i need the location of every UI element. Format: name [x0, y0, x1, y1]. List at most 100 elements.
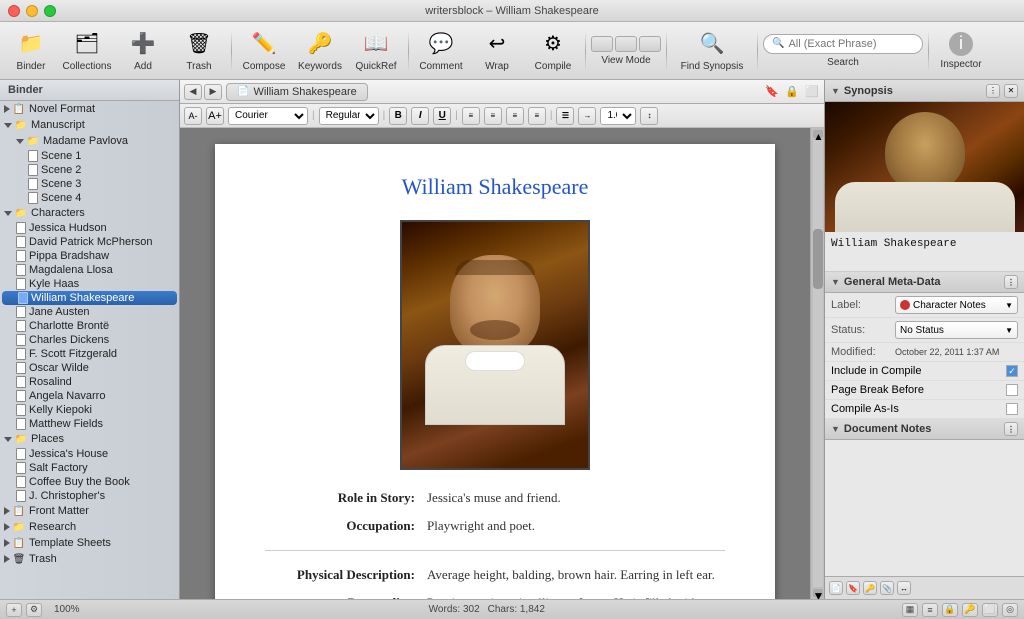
sidebar-item-f-scott-fitzgerald[interactable]: F. Scott Fitzgerald — [0, 347, 179, 361]
vertical-scrollbar[interactable]: ▲ ▼ — [810, 128, 824, 599]
scroll-track[interactable] — [813, 140, 823, 587]
toolbar-trash[interactable]: 🗑 Trash — [172, 26, 226, 76]
toolbar-compose[interactable]: ✏️ Compose — [237, 26, 291, 76]
synopsis-options-button[interactable]: ⋮ — [986, 84, 1000, 98]
include-compile-checkbox[interactable]: ✓ — [1006, 365, 1018, 377]
sidebar-item-front-matter[interactable]: 📋 Front Matter — [0, 503, 179, 519]
synopsis-collapse-icon[interactable]: ▼ — [831, 86, 840, 96]
align-left-button[interactable]: ≡ — [462, 107, 480, 125]
align-right-button[interactable]: ≡ — [506, 107, 524, 125]
view-icon-2[interactable]: ≡ — [922, 603, 938, 617]
toolbar-findsynopsis[interactable]: 🔍 Find Synopsis — [672, 26, 752, 76]
sidebar-item-jessica-hudson[interactable]: Jessica Hudson — [0, 221, 179, 235]
italic-button[interactable]: I — [411, 107, 429, 125]
bold-button[interactable]: B — [389, 107, 407, 125]
meta-status-select[interactable]: No Status ▼ — [895, 321, 1018, 339]
footer-icon-5[interactable]: ↔ — [897, 581, 911, 595]
sidebar-item-madame-pavlova[interactable]: 📁 Madame Pavlova — [0, 133, 179, 149]
font-size-down-button[interactable]: A- — [184, 107, 202, 125]
sidebar-item-template-sheets[interactable]: 📋 Template Sheets — [0, 535, 179, 551]
sidebar-item-jessicas-house[interactable]: Jessica's House — [0, 447, 179, 461]
expand-icon[interactable]: ⬜ — [804, 84, 820, 100]
sidebar-item-charles-dickens[interactable]: Charles Dickens — [0, 333, 179, 347]
notes-collapse-icon[interactable]: ▼ — [831, 424, 840, 434]
meta-collapse-icon[interactable]: ▼ — [831, 277, 840, 287]
sidebar-item-david-mcpherson[interactable]: David Patrick McPherson — [0, 235, 179, 249]
close-button[interactable] — [8, 5, 20, 17]
sidebar-item-kyle-haas[interactable]: Kyle Haas — [0, 277, 179, 291]
nav-forward-button[interactable]: ▶ — [204, 84, 222, 100]
toolbar-wrap[interactable]: ↩ Wrap — [470, 26, 524, 76]
settings-button[interactable]: ⚙ — [26, 603, 42, 617]
meta-label-select[interactable]: Character Notes ▼ — [895, 296, 1018, 314]
sidebar-item-matthew-fields[interactable]: Matthew Fields — [0, 417, 179, 431]
toolbar-compile[interactable]: ⚙ Compile — [526, 26, 580, 76]
lock-icon[interactable]: 🔒 — [784, 84, 800, 100]
sidebar-item-characters[interactable]: 📁 Characters — [0, 205, 179, 221]
sidebar-item-manuscript[interactable]: 📁 Manuscript — [0, 117, 179, 133]
indent-button[interactable]: → — [578, 107, 596, 125]
sidebar-item-angela-navarro[interactable]: Angela Navarro — [0, 389, 179, 403]
sidebar-item-jane-austen[interactable]: Jane Austen — [0, 305, 179, 319]
sidebar-item-scene-2[interactable]: Scene 2 — [0, 163, 179, 177]
scroll-up-arrow[interactable]: ▲ — [813, 130, 823, 138]
sidebar-item-pippa-bradshaw[interactable]: Pippa Bradshaw — [0, 249, 179, 263]
toolbar-collections[interactable]: 🗂 Collections — [60, 26, 114, 76]
line-spacing-select[interactable]: 1.0 — [600, 107, 636, 125]
footer-icon-3[interactable]: 🔑 — [863, 581, 877, 595]
maximize-button[interactable] — [44, 5, 56, 17]
align-center-button[interactable]: ≡ — [484, 107, 502, 125]
add-section-button[interactable]: + — [6, 603, 22, 617]
spacing-options-button[interactable]: ↕ — [640, 107, 658, 125]
view-icon-5[interactable]: ⬜ — [982, 603, 998, 617]
view-icon-1[interactable]: ▦ — [902, 603, 918, 617]
document-tab[interactable]: 📄 William Shakespeare — [226, 83, 368, 101]
sidebar-item-charlotte-bronte[interactable]: Charlotte Brontë — [0, 319, 179, 333]
sidebar-item-scene-3[interactable]: Scene 3 — [0, 177, 179, 191]
toolbar-inspector[interactable]: i Inspector — [934, 26, 988, 76]
meta-options-button[interactable]: ⋮ — [1004, 275, 1018, 289]
list-button[interactable]: ☰ — [556, 107, 574, 125]
sidebar-item-scene-4[interactable]: Scene 4 — [0, 191, 179, 205]
footer-icon-2[interactable]: 🔖 — [846, 581, 860, 595]
toolbar-add[interactable]: ➕ Add — [116, 26, 170, 76]
view-icon-3[interactable]: 🔒 — [942, 603, 958, 617]
sidebar-item-magdalena-llosa[interactable]: Magdalena Llosa — [0, 263, 179, 277]
bookmark-icon[interactable]: 🔖 — [764, 84, 780, 100]
sidebar-item-places[interactable]: 📁 Places — [0, 431, 179, 447]
scroll-thumb[interactable] — [813, 229, 823, 289]
view-btn-1[interactable] — [591, 36, 613, 52]
align-justify-button[interactable]: ≡ — [528, 107, 546, 125]
font-style-select[interactable]: Regular — [319, 107, 379, 125]
synopsis-close-button[interactable]: ✕ — [1004, 84, 1018, 98]
view-btn-2[interactable] — [615, 36, 637, 52]
notes-options-button[interactable]: ⋮ — [1004, 422, 1018, 436]
sidebar-item-oscar-wilde[interactable]: Oscar Wilde — [0, 361, 179, 375]
sidebar-item-scene-1[interactable]: Scene 1 — [0, 149, 179, 163]
toolbar-keywords[interactable]: 🔑 Keywords — [293, 26, 347, 76]
sidebar-item-salt-factory[interactable]: Salt Factory — [0, 461, 179, 475]
search-input[interactable] — [788, 38, 914, 50]
font-family-select[interactable]: Courier — [228, 107, 308, 125]
toolbar-viewmode[interactable]: View Mode — [591, 26, 661, 76]
sidebar-item-rosalind[interactable]: Rosalind — [0, 375, 179, 389]
toolbar-quickref[interactable]: 📖 QuickRef — [349, 26, 403, 76]
toolbar-binder[interactable]: 📁 Binder — [4, 26, 58, 76]
view-icon-4[interactable]: 🔑 — [962, 603, 978, 617]
sidebar-item-kelly-kiepoki[interactable]: Kelly Kiepoki — [0, 403, 179, 417]
nav-back-button[interactable]: ◀ — [184, 84, 202, 100]
sidebar-item-william-shakespeare[interactable]: William Shakespeare — [2, 291, 177, 305]
sidebar-item-research[interactable]: 📁 Research — [0, 519, 179, 535]
view-btn-3[interactable] — [639, 36, 661, 52]
minimize-button[interactable] — [26, 5, 38, 17]
compile-as-checkbox[interactable] — [1006, 403, 1018, 415]
toolbar-comment[interactable]: 💬 Comment — [414, 26, 468, 76]
sidebar-item-trash[interactable]: 🗑 Trash — [0, 551, 179, 567]
doc-scroll-area[interactable]: William Shakespeare — [180, 128, 810, 599]
font-size-up-button[interactable]: A+ — [206, 107, 224, 125]
sidebar-item-novel-format[interactable]: 📋 Novel Format — [0, 101, 179, 117]
sidebar-item-coffee-buy-book[interactable]: Coffee Buy the Book — [0, 475, 179, 489]
underline-button[interactable]: U — [433, 107, 451, 125]
page-break-checkbox[interactable] — [1006, 384, 1018, 396]
search-bar[interactable]: 🔍 — [763, 34, 923, 54]
